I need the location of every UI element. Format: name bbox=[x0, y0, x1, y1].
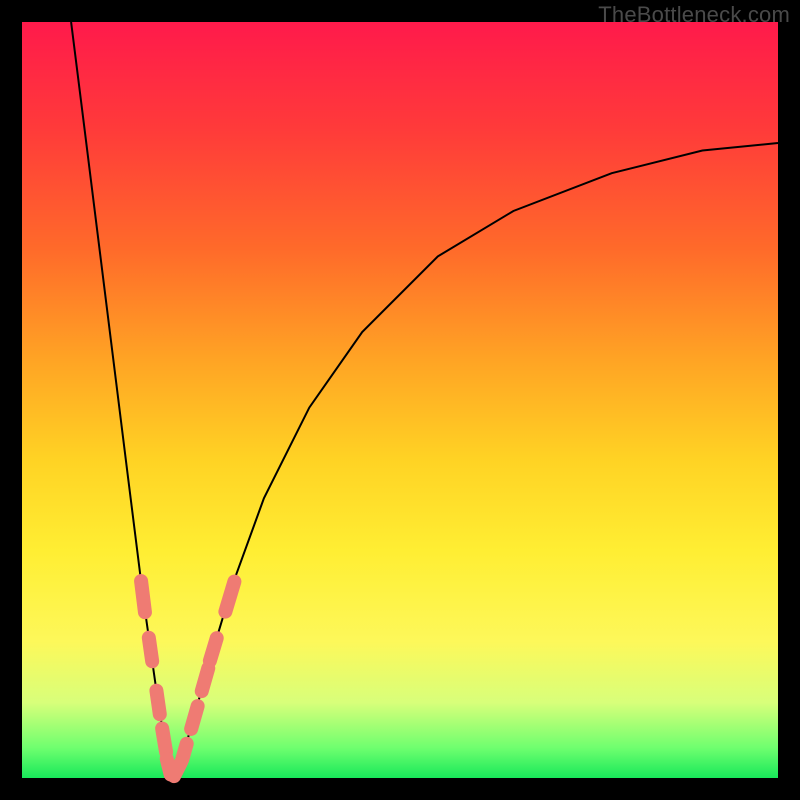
bottleneck-curve-svg bbox=[22, 22, 778, 778]
chart-frame: TheBottleneck.com bbox=[0, 0, 800, 800]
curve-marker bbox=[149, 683, 168, 722]
curve-marker bbox=[182, 697, 206, 737]
bottleneck-curve bbox=[71, 22, 778, 778]
curve-marker bbox=[141, 630, 160, 669]
curve-marker bbox=[133, 573, 153, 620]
curve-marker bbox=[174, 735, 196, 768]
curve-marker bbox=[217, 573, 243, 621]
curve-marker bbox=[201, 629, 225, 669]
watermark-text: TheBottleneck.com bbox=[598, 2, 790, 28]
curve-markers bbox=[133, 573, 243, 786]
chart-plot-area bbox=[22, 22, 778, 778]
